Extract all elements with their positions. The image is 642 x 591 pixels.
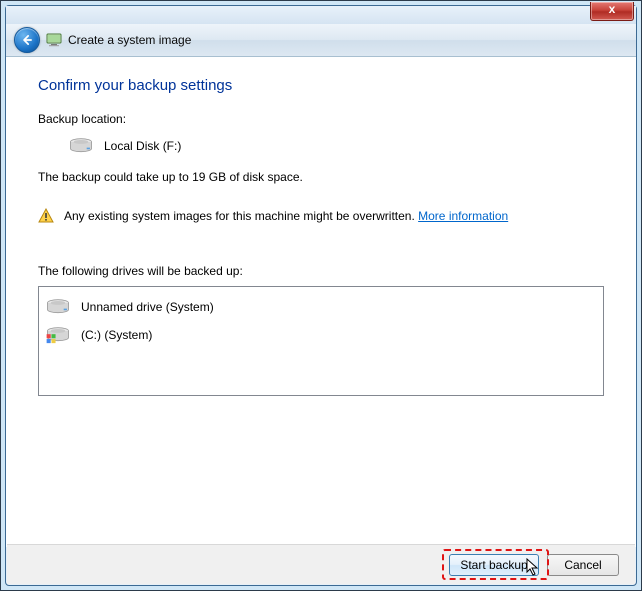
- list-item: (C:) (System): [45, 321, 597, 349]
- wizard-window: x Create a system image Con: [5, 5, 637, 586]
- screenshot-frame: x Create a system image Con: [0, 0, 642, 591]
- page-heading: Confirm your backup settings: [38, 77, 604, 94]
- backup-location-label: Backup location:: [38, 112, 604, 126]
- titlebar: x: [6, 6, 636, 24]
- close-icon: x: [609, 2, 616, 16]
- backup-disk-name: Local Disk (F:): [104, 139, 181, 153]
- start-backup-label: Start backup: [460, 558, 527, 572]
- cancel-label: Cancel: [564, 558, 601, 572]
- size-estimate-text: The backup could take up to 19 GB of dis…: [38, 170, 604, 184]
- close-button[interactable]: x: [590, 2, 634, 21]
- back-button[interactable]: [14, 27, 40, 53]
- list-item: Unnamed drive (System): [45, 293, 597, 321]
- drives-list-box: Unnamed drive (System) (C:) (System): [38, 286, 604, 396]
- drive-name: (C:) (System): [81, 328, 152, 342]
- wizard-title-group: Create a system image: [46, 32, 191, 48]
- drive-name: Unnamed drive (System): [81, 300, 214, 314]
- content-area: Confirm your backup settings Backup loca…: [6, 57, 636, 547]
- wizard-title-text: Create a system image: [68, 33, 191, 47]
- backup-location-row: Local Disk (F:): [38, 136, 604, 156]
- hard-disk-icon: [45, 297, 71, 317]
- warning-text-group: Any existing system images for this mach…: [64, 209, 508, 223]
- start-backup-button[interactable]: Start backup: [449, 554, 539, 576]
- warning-text: Any existing system images for this mach…: [64, 209, 418, 223]
- warning-icon: [38, 208, 54, 224]
- windows-disk-icon: [45, 325, 71, 345]
- navigation-bar: Create a system image: [6, 24, 636, 57]
- system-image-icon: [46, 32, 62, 48]
- footer-button-bar: Start backup Cancel: [7, 544, 635, 584]
- warning-row: Any existing system images for this mach…: [38, 208, 604, 224]
- cancel-button[interactable]: Cancel: [547, 554, 619, 576]
- arrow-left-icon: [20, 33, 34, 47]
- hard-disk-icon: [68, 136, 94, 156]
- more-information-link[interactable]: More information: [418, 209, 508, 223]
- drives-list-label: The following drives will be backed up:: [38, 264, 604, 278]
